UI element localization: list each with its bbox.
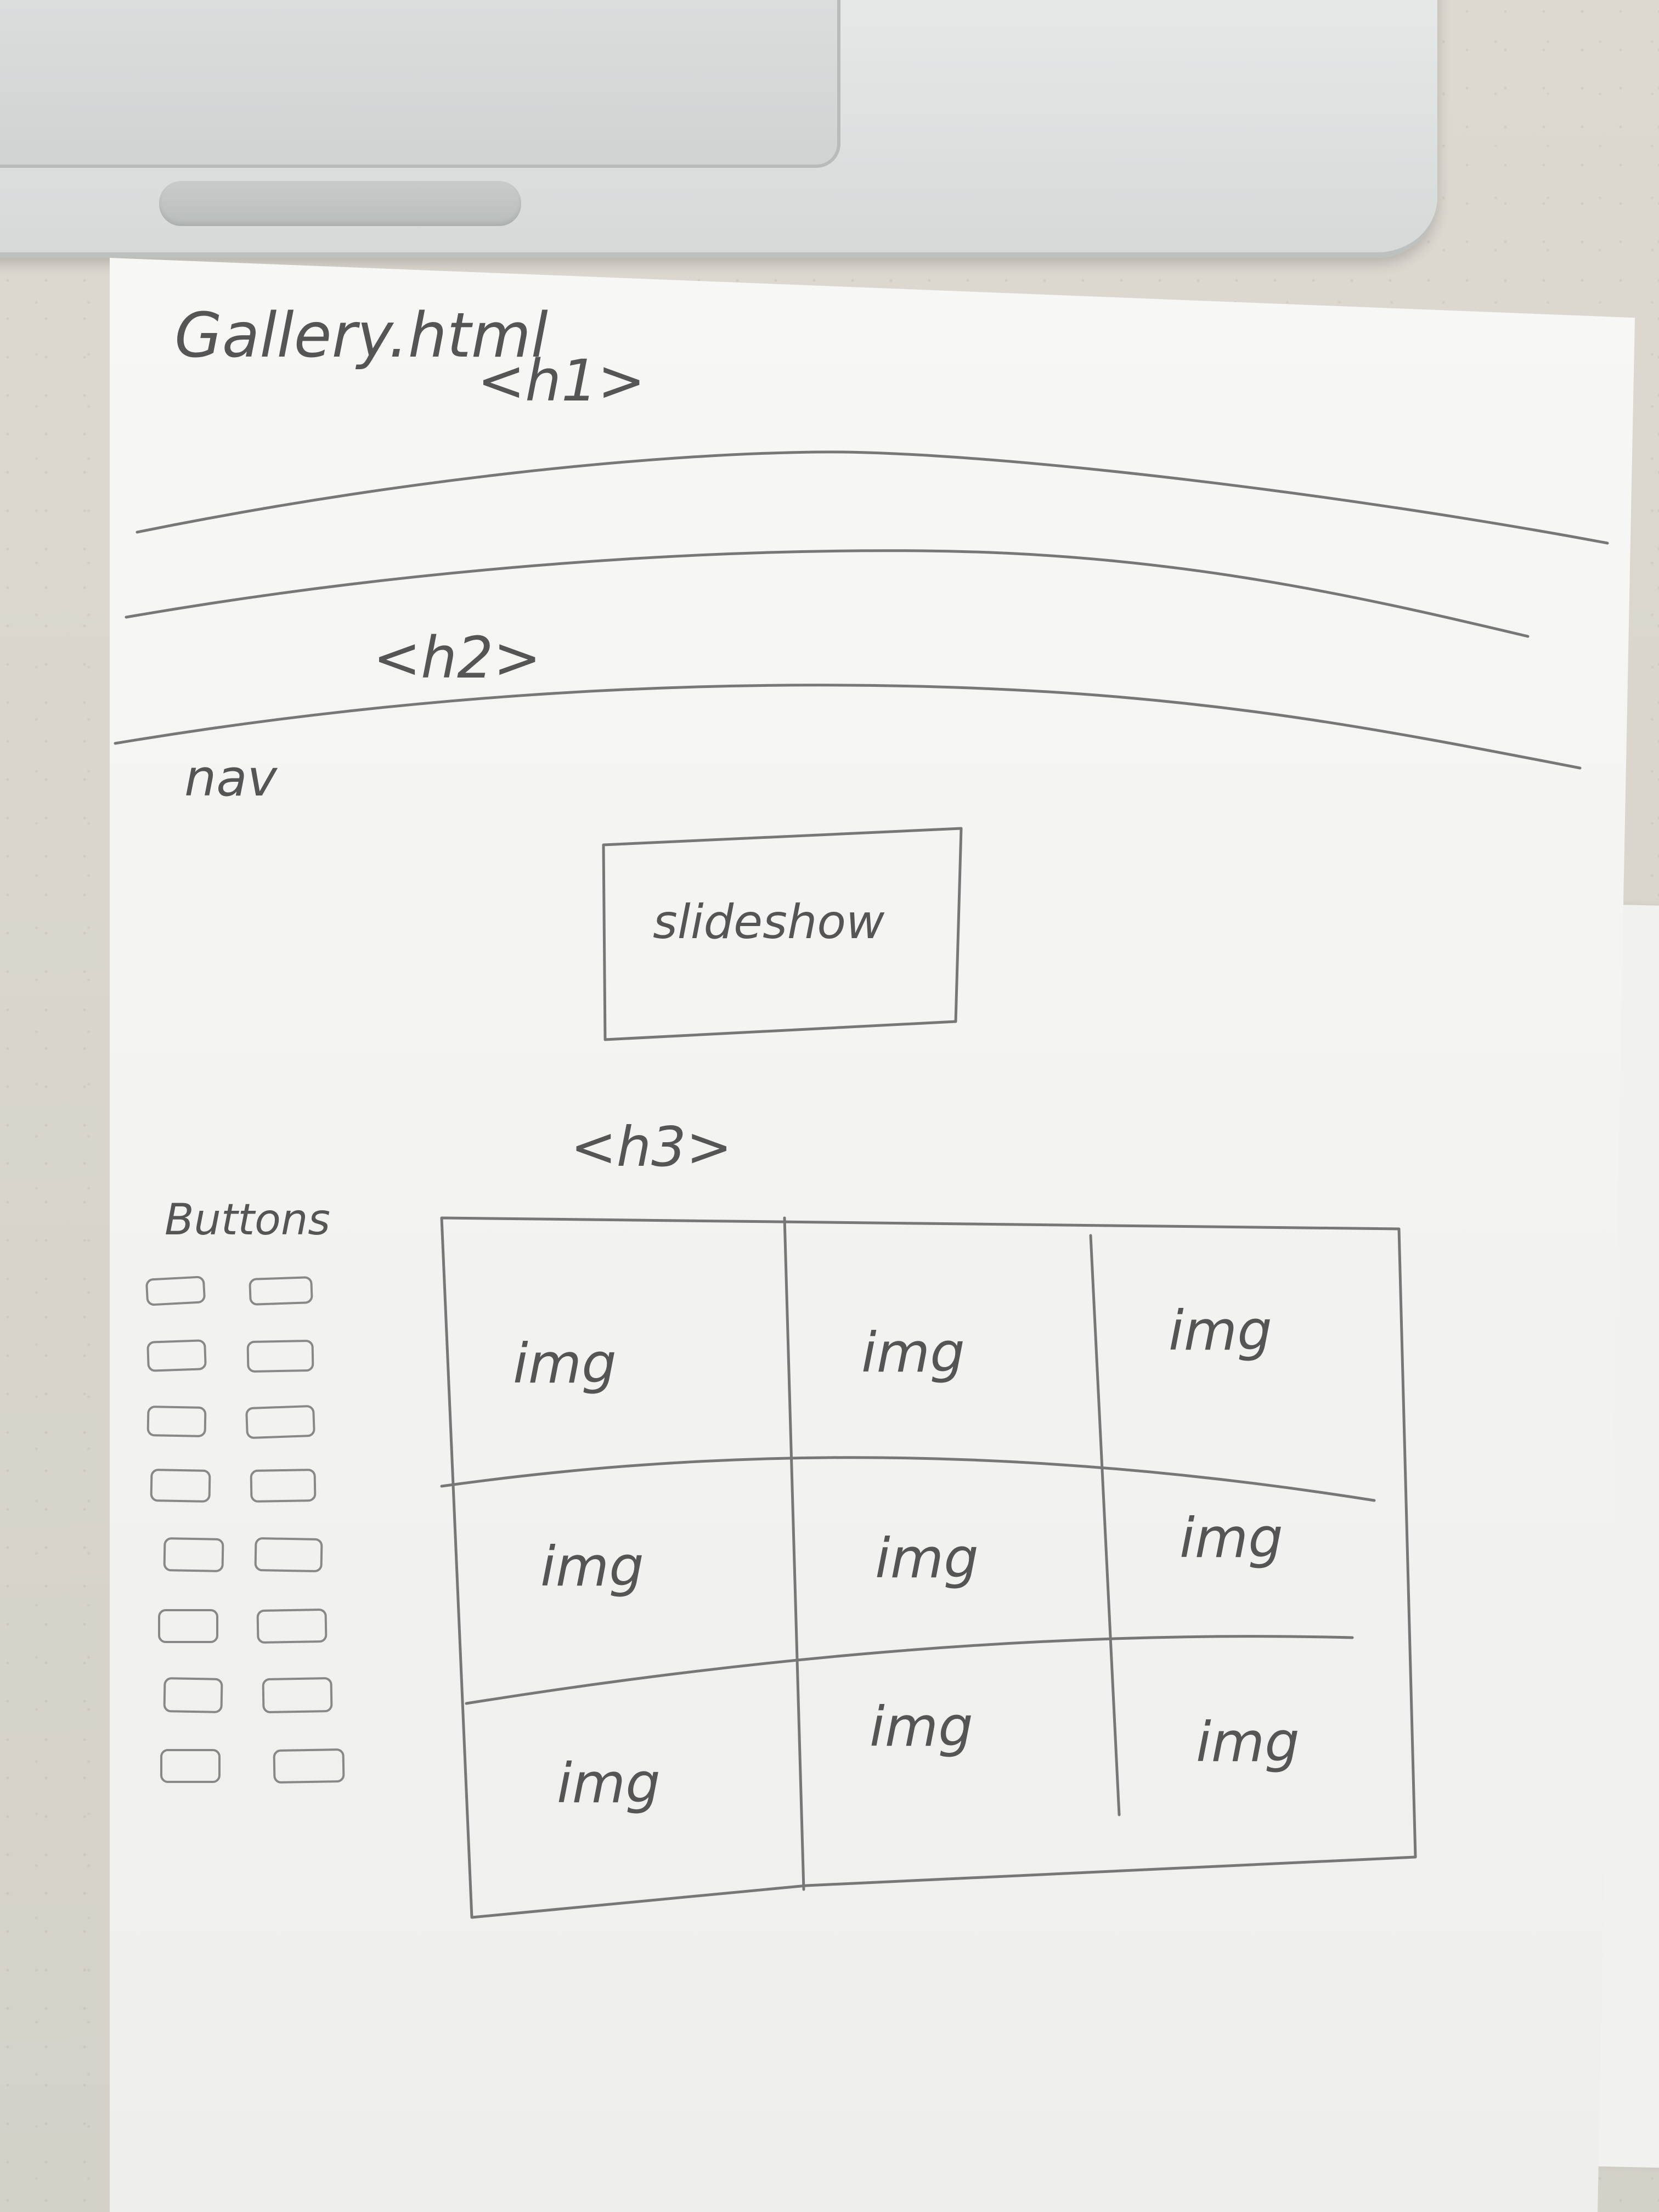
- gallery-img-2: img: [861, 1321, 965, 1385]
- gallery-img-7: img: [557, 1751, 661, 1815]
- nav-label: nav: [184, 749, 278, 808]
- gallery-vertical-2: [1089, 1234, 1121, 1816]
- buttons-label: Buttons: [165, 1195, 330, 1245]
- gallery-img-4: img: [540, 1534, 644, 1599]
- h2-label: <h2>: [373, 624, 541, 691]
- gallery-img-3: img: [1169, 1299, 1272, 1363]
- gallery-horizontal-2: [465, 1635, 1354, 1705]
- h3-label: <h3>: [571, 1115, 732, 1179]
- gallery-horizontal-1: [440, 1456, 1376, 1502]
- h1-label: <h1>: [477, 347, 645, 414]
- gallery-img-5: img: [875, 1526, 979, 1590]
- h2-band-bottom: [114, 684, 1582, 770]
- photo-scene: Gallery.html <h1> <h2> nav slideshow <h3…: [0, 0, 1659, 2212]
- h1-band-top: [136, 450, 1609, 545]
- gallery-img-6: img: [1180, 1506, 1283, 1570]
- button-grid: [145, 1276, 345, 1784]
- wireframe-sketch: Gallery.html <h1> <h2> nav slideshow <h3…: [114, 300, 1609, 1919]
- gallery-img-8: img: [870, 1695, 973, 1759]
- h2-band-top: [125, 549, 1530, 638]
- gallery-vertical-1: [783, 1216, 805, 1891]
- gallery-img-9: img: [1196, 1710, 1300, 1774]
- gallery-img-1: img: [513, 1331, 617, 1396]
- slideshow-label: slideshow: [653, 895, 885, 950]
